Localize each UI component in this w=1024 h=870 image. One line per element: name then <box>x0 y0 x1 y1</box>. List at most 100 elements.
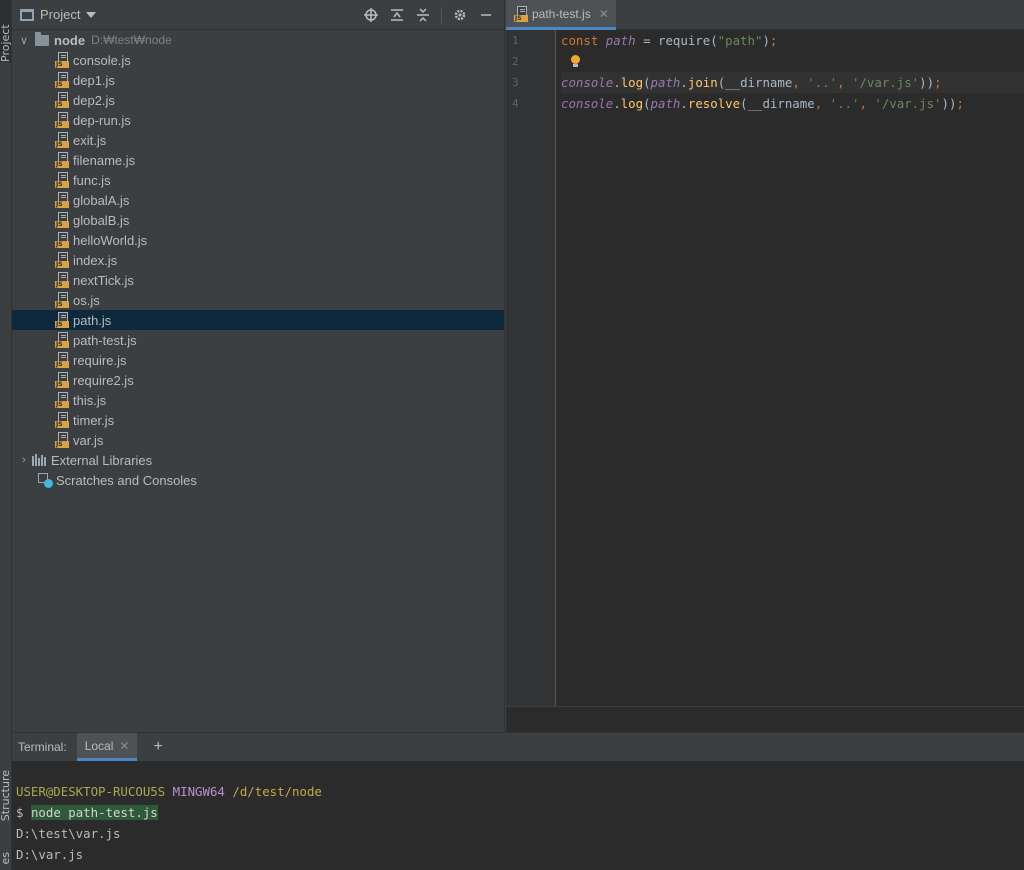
close-icon[interactable]: ✕ <box>119 739 129 753</box>
tree-file-item[interactable]: JS exit.js <box>12 130 504 150</box>
root-folder-name: node <box>54 32 86 48</box>
prompt-user: USER@DESKTOP-RUCOU5S <box>16 784 166 799</box>
tree-file-item[interactable]: JS func.js <box>12 170 504 190</box>
terminal-command-line: $ node path-test.js <box>16 802 158 823</box>
terminal-panel: Terminal: Local ✕ + USER@DESKTOP-RUCOU5S… <box>12 732 1024 870</box>
locate-file-icon[interactable] <box>361 6 381 24</box>
file-name: index.js <box>73 252 118 268</box>
js-file-icon: JS <box>55 132 69 148</box>
terminal-command: node path-test.js <box>30 805 158 820</box>
editor-tab-label: path-test.js <box>532 6 591 21</box>
file-name: func.js <box>73 172 111 188</box>
editor-tab-path-test[interactable]: JS path-test.js ✕ <box>506 0 616 30</box>
expand-all-icon[interactable] <box>387 6 407 24</box>
scratch-clock-icon <box>38 473 53 488</box>
line-number: 3 <box>512 76 519 89</box>
code-area[interactable]: const path = require("path"); console.lo… <box>561 30 1024 706</box>
tree-file-item[interactable]: JS dep2.js <box>12 90 504 110</box>
js-file-icon: JS <box>55 72 69 88</box>
js-file-icon: JS <box>55 412 69 428</box>
tree-file-item[interactable]: JS require.js <box>12 350 504 370</box>
gear-icon[interactable] <box>450 6 470 24</box>
js-file-icon: JS <box>55 392 69 408</box>
chevron-down-icon[interactable] <box>86 11 97 18</box>
js-file-icon: JS <box>55 232 69 248</box>
file-name: os.js <box>73 292 100 308</box>
editor-breadcrumb-bar <box>506 706 1024 732</box>
chevron-right-icon[interactable]: › <box>18 454 30 466</box>
minimize-icon[interactable] <box>476 6 496 24</box>
project-window-icon <box>20 8 34 21</box>
code-line-current[interactable]: console.log(path.join(__dirname, '..', '… <box>561 72 1024 93</box>
code-line[interactable]: const path = require("path"); <box>561 30 1024 51</box>
tree-file-item[interactable]: JS path-test.js <box>12 330 504 350</box>
js-file-icon: JS <box>55 432 69 448</box>
prompt-dir: /d/test/node <box>232 784 322 799</box>
favorites-tool-tab[interactable]: es <box>0 852 12 865</box>
terminal-label: Terminal: <box>18 740 67 754</box>
line-number: 4 <box>512 97 519 110</box>
tree-file-item[interactable]: JS os.js <box>12 290 504 310</box>
file-name: path-test.js <box>73 332 137 348</box>
tree-file-item[interactable]: JS path.js <box>12 310 504 330</box>
code-line[interactable]: console.log(path.resolve(__dirname, '..'… <box>561 93 1024 114</box>
tree-root-node[interactable]: ∨ node D:₩test₩node <box>12 30 504 50</box>
external-libraries-label: External Libraries <box>51 452 153 468</box>
tree-file-item[interactable]: JS dep-run.js <box>12 110 504 130</box>
close-icon[interactable]: ✕ <box>599 7 609 21</box>
file-name: path.js <box>73 312 112 328</box>
tree-file-item[interactable]: JS nextTick.js <box>12 270 504 290</box>
project-panel: Project ∨ node D:₩test₩node JS console.j… <box>12 0 505 732</box>
file-name: dep1.js <box>73 72 115 88</box>
tree-scratches[interactable]: Scratches and Consoles <box>12 470 504 490</box>
file-name: dep-run.js <box>73 112 131 128</box>
project-view-selector[interactable]: Project <box>40 7 80 22</box>
file-name: helloWorld.js <box>73 232 148 248</box>
file-name: filename.js <box>73 152 136 168</box>
terminal-output[interactable]: USER@DESKTOP-RUCOU5S MINGW64 /d/test/nod… <box>16 761 1024 870</box>
tree-file-item[interactable]: JS require2.js <box>12 370 504 390</box>
prompt-env: MINGW64 <box>172 784 225 799</box>
terminal-tab-local[interactable]: Local ✕ <box>76 733 138 761</box>
terminal-header: Terminal: Local ✕ + <box>12 733 1024 761</box>
tree-file-item[interactable]: JS timer.js <box>12 410 504 430</box>
line-number: 2 <box>512 55 519 68</box>
file-name: globalA.js <box>73 192 130 208</box>
structure-tool-tab[interactable]: Structure <box>0 770 12 821</box>
terminal-tab-label: Local <box>84 738 114 753</box>
tree-file-item[interactable]: JS index.js <box>12 250 504 270</box>
file-name: nextTick.js <box>73 272 134 288</box>
file-name: require2.js <box>73 372 134 388</box>
add-terminal-icon[interactable]: + <box>153 738 162 756</box>
js-file-icon: JS <box>55 172 69 188</box>
tree-external-libraries[interactable]: › External Libraries <box>12 450 504 470</box>
project-toolbar <box>361 6 496 24</box>
prompt-dollar: $ <box>16 805 24 820</box>
editor-pane: JS path-test.js ✕ 1 2 3 4 const path = r… <box>506 0 1024 732</box>
project-tool-tab[interactable]: Project <box>0 0 12 62</box>
code-line[interactable] <box>561 51 1024 72</box>
file-name: this.js <box>73 392 107 408</box>
tree-file-item[interactable]: JS var.js <box>12 430 504 450</box>
library-icon <box>32 454 46 466</box>
tree-file-item[interactable]: JS this.js <box>12 390 504 410</box>
tree-file-item[interactable]: JS globalB.js <box>12 210 504 230</box>
project-header: Project <box>12 0 504 30</box>
js-file-icon: JS <box>55 92 69 108</box>
tree-file-item[interactable]: JS filename.js <box>12 150 504 170</box>
tree-file-item[interactable]: JS helloWorld.js <box>12 230 504 250</box>
tree-file-item[interactable]: JS globalA.js <box>12 190 504 210</box>
js-file-icon: JS <box>55 112 69 128</box>
scratches-label: Scratches and Consoles <box>56 472 197 488</box>
tree-file-item[interactable]: JS dep1.js <box>12 70 504 90</box>
file-name: dep2.js <box>73 92 115 108</box>
js-file-icon: JS <box>55 352 69 368</box>
terminal-output-line: D:\var.js <box>16 847 84 862</box>
js-file-icon: JS <box>55 152 69 168</box>
lightbulb-icon[interactable] <box>571 55 580 67</box>
tree-file-item[interactable]: JS console.js <box>12 50 504 70</box>
chevron-down-icon[interactable]: ∨ <box>18 34 30 47</box>
file-name: exit.js <box>73 132 107 148</box>
collapse-all-icon[interactable] <box>413 6 433 24</box>
line-number: 1 <box>512 34 519 47</box>
